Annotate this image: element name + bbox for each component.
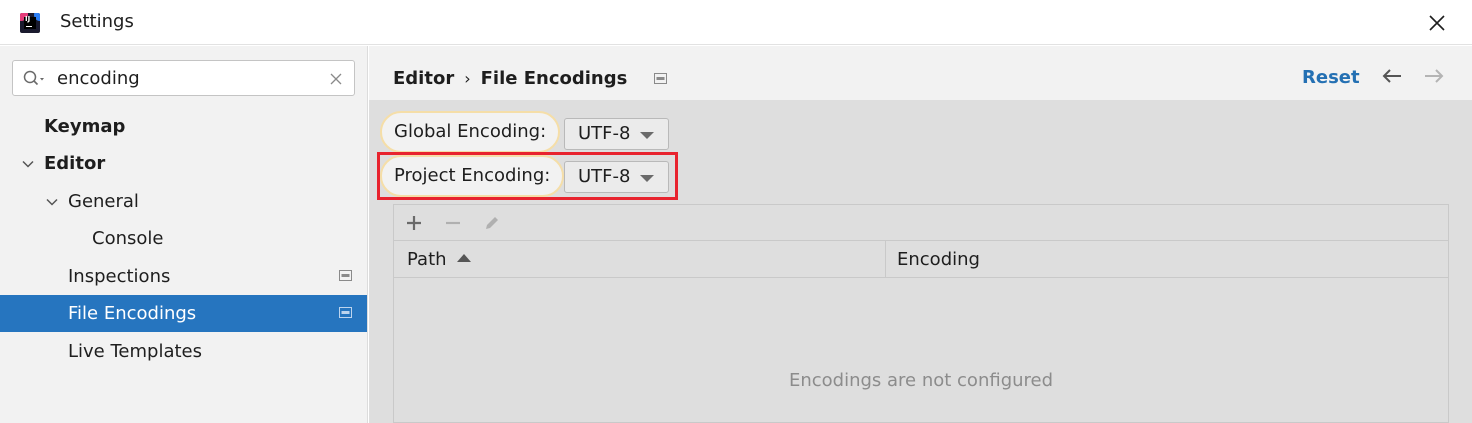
breadcrumb-file-encodings: File Encodings <box>480 67 628 89</box>
global-encoding-label: Global Encoding: <box>380 111 561 153</box>
breadcrumb-separator: › <box>464 68 471 88</box>
sidebar-item-inspections[interactable]: Inspections <box>0 258 367 295</box>
project-settings-icon <box>339 307 352 318</box>
search-input[interactable] <box>57 66 317 90</box>
file-encodings-panel: Global Encoding: UTF-8 Project Encoding:… <box>369 100 1472 423</box>
sort-ascending-icon <box>456 254 471 262</box>
close-button[interactable] <box>1420 6 1454 40</box>
project-encoding-dropdown[interactable]: UTF-8 <box>564 161 669 193</box>
edit-icon[interactable] <box>482 213 502 233</box>
breadcrumb: Editor › File Encodings <box>393 67 667 89</box>
sidebar-item-label: Keymap <box>44 116 126 137</box>
content-header: Editor › File Encodings Reset <box>369 46 1472 100</box>
column-header-path[interactable]: Path <box>394 241 886 278</box>
chevron-down-icon[interactable] <box>46 196 58 208</box>
sidebar-item-file-encodings[interactable]: File Encodings <box>0 295 367 332</box>
table-header: Path Encoding <box>394 241 1448 278</box>
empty-table-message: Encodings are not configured <box>788 370 1054 391</box>
project-settings-icon <box>653 72 667 84</box>
path-encoding-table: Path Encoding Encodings are not configur… <box>393 204 1449 423</box>
chevron-down-icon[interactable] <box>22 158 34 170</box>
settings-sidebar: Keymap Editor General Console Inspection… <box>0 46 368 423</box>
sidebar-item-editor[interactable]: Editor <box>0 145 367 182</box>
sidebar-item-general[interactable]: General <box>0 183 367 220</box>
window-title: Settings <box>60 11 134 32</box>
project-encoding-value: UTF-8 <box>578 166 631 187</box>
sidebar-item-label: General <box>68 191 139 212</box>
project-settings-icon <box>339 270 352 281</box>
close-icon <box>1429 15 1445 31</box>
intellij-logo-icon: IJ <box>20 13 40 33</box>
global-encoding-value: UTF-8 <box>578 123 631 144</box>
add-icon[interactable] <box>404 213 424 233</box>
reset-button[interactable]: Reset <box>1302 67 1360 88</box>
column-header-label: Encoding <box>897 249 980 270</box>
sidebar-item-console[interactable]: Console <box>0 220 367 257</box>
sidebar-item-label: Console <box>92 228 164 249</box>
breadcrumb-editor[interactable]: Editor <box>393 68 454 89</box>
dropdown-arrow-icon <box>640 132 654 139</box>
clear-search-icon[interactable] <box>329 72 343 86</box>
remove-icon[interactable] <box>443 213 463 233</box>
project-encoding-label: Project Encoding: <box>380 155 565 197</box>
sidebar-item-keymap[interactable]: Keymap <box>0 108 367 145</box>
sidebar-item-label: Live Templates <box>68 341 202 362</box>
sidebar-item-label: Editor <box>44 153 106 174</box>
back-arrow-icon[interactable] <box>1381 68 1403 84</box>
sidebar-item-label: Inspections <box>68 266 171 287</box>
sidebar-item-label: File Encodings <box>68 303 197 324</box>
settings-search-field[interactable] <box>12 60 355 96</box>
table-toolbar <box>394 205 1448 241</box>
sidebar-item-live-templates[interactable]: Live Templates <box>0 333 367 370</box>
search-icon <box>23 70 44 86</box>
dropdown-arrow-icon <box>640 175 654 182</box>
title-bar: IJ Settings <box>0 0 1472 45</box>
column-header-encoding[interactable]: Encoding <box>887 241 1447 278</box>
forward-arrow-icon[interactable] <box>1423 68 1445 84</box>
column-header-label: Path <box>407 249 447 270</box>
global-encoding-dropdown[interactable]: UTF-8 <box>564 118 669 150</box>
